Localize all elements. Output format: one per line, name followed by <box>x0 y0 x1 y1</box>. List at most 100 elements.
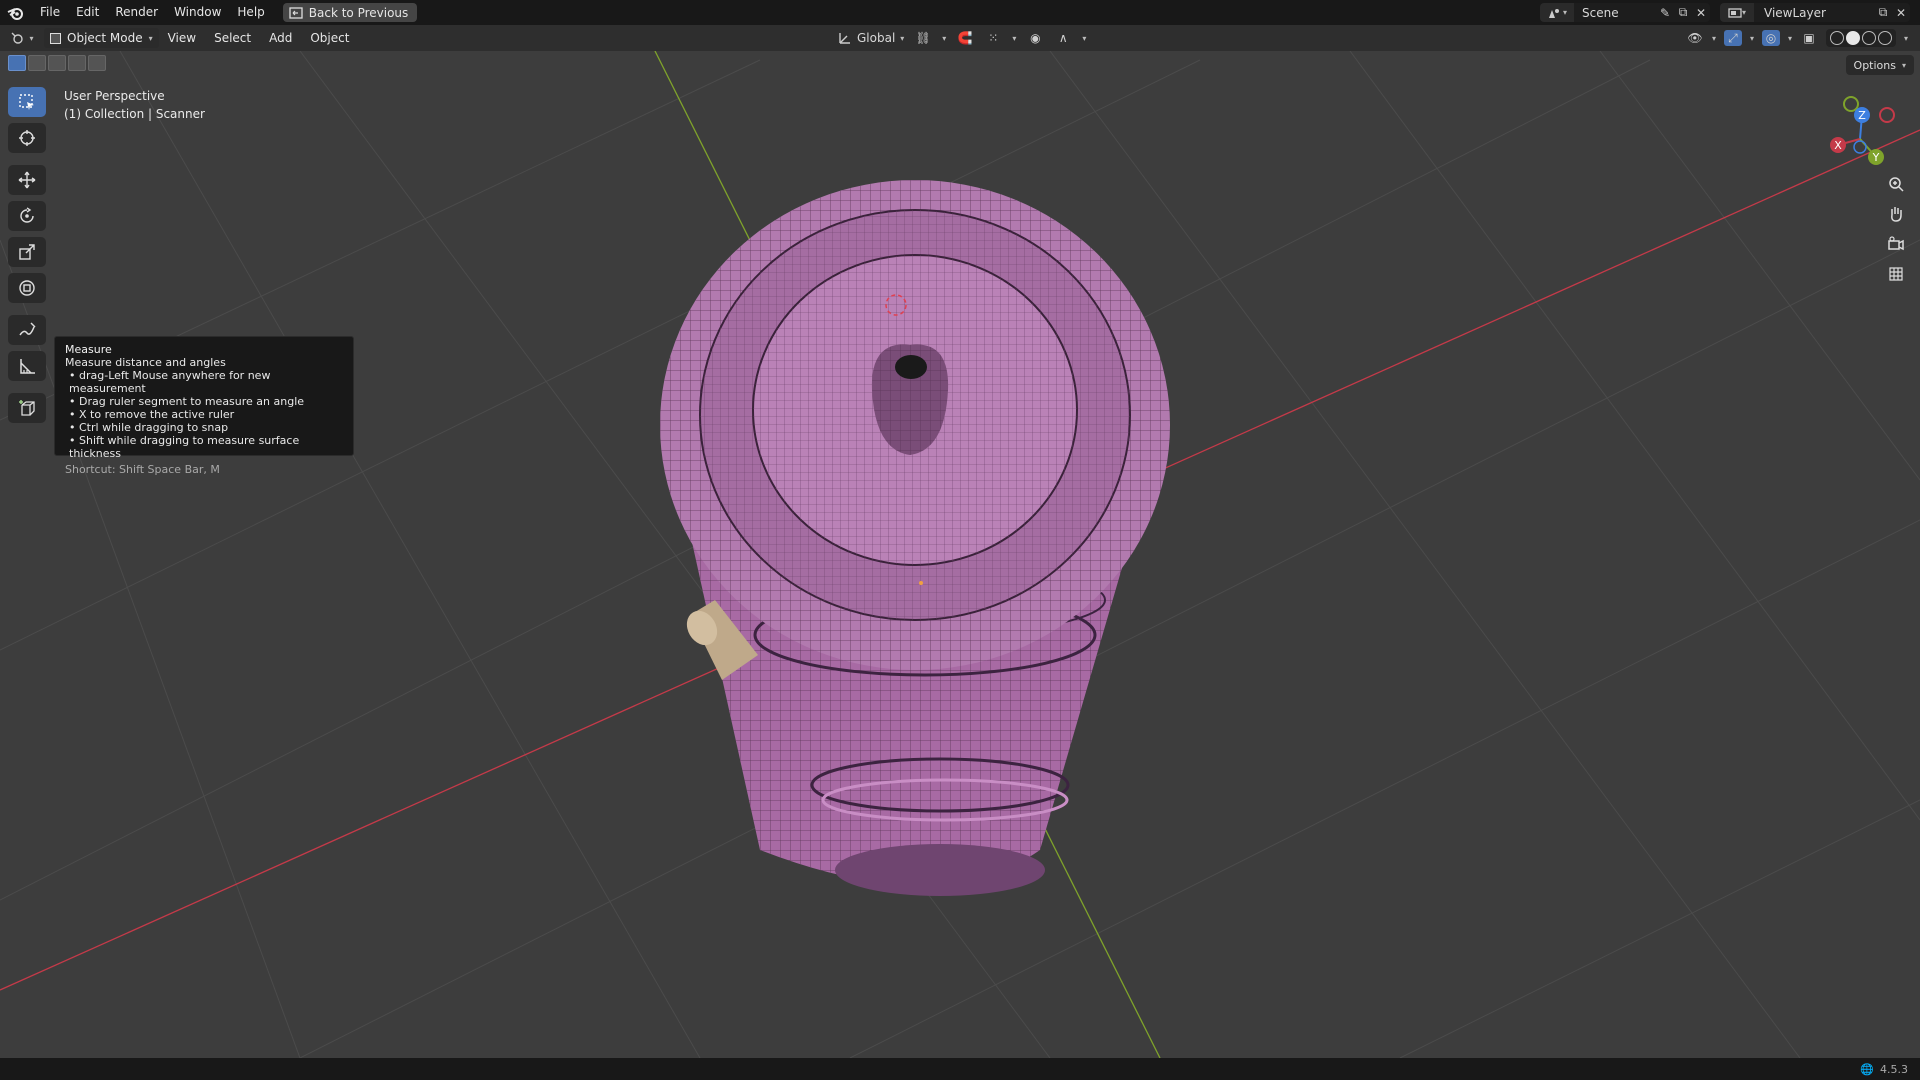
back-button-label: Back to Previous <box>308 5 409 20</box>
selection-mode-buttons <box>8 55 106 71</box>
tool-shelf <box>8 87 48 423</box>
cursor-tool[interactable] <box>8 123 46 153</box>
pivot-point-icon[interactable]: ⛓ <box>914 30 932 46</box>
editor-type-button[interactable]: ▾ <box>0 27 44 49</box>
screen-back-icon <box>289 6 303 19</box>
transform-orientation-dropdown[interactable]: Global ▾ <box>838 31 904 45</box>
visibility-icon[interactable]: 👁 <box>1686 30 1704 46</box>
shading-modes <box>1825 29 1896 47</box>
select-extend-icon[interactable] <box>28 55 46 71</box>
menu-help[interactable]: Help <box>229 0 272 25</box>
delete-view-layer-icon[interactable]: ✕ <box>1892 5 1910 21</box>
tooltip-item: • Drag ruler segment to measure an angle <box>69 395 305 408</box>
blender-logo-icon[interactable] <box>0 0 32 25</box>
navigation-gizmo[interactable]: Z X Y <box>1812 89 1902 169</box>
view-name: User Perspective <box>64 89 165 103</box>
wireframe-shading-icon[interactable] <box>1829 31 1844 45</box>
svg-text:Z: Z <box>1858 109 1866 122</box>
tooltip-item: • Ctrl while dragging to snap <box>69 421 229 434</box>
menu-file[interactable]: File <box>32 0 68 25</box>
gizmo-neg-x <box>1879 107 1895 123</box>
scene-name[interactable]: Scene <box>1574 6 1656 20</box>
proportional-edit-icon[interactable]: ◉ <box>1026 30 1044 46</box>
new-scene-icon[interactable]: ⧉ <box>1674 5 1692 21</box>
options-label: Options <box>1853 58 1896 72</box>
orientation-label: Global <box>857 31 896 45</box>
add-cube-icon <box>19 400 35 416</box>
navigation-buttons <box>1882 172 1910 286</box>
version-label: 4.5.3 <box>1880 1062 1908 1076</box>
measure-tooltip: Measure Measure distance and angles • dr… <box>54 336 354 476</box>
pan-hand-icon[interactable] <box>1882 202 1910 226</box>
measure-tool[interactable] <box>8 351 46 381</box>
select-intersect-icon[interactable] <box>88 55 106 71</box>
menu-render[interactable]: Render <box>107 0 166 25</box>
gizmo-neg-y <box>1843 96 1859 112</box>
delete-scene-icon[interactable]: ✕ <box>1692 5 1710 21</box>
select-new-icon[interactable] <box>8 55 26 71</box>
view-layer-selector[interactable]: ▾ ViewLayer ⧉ ✕ <box>1720 3 1910 22</box>
transform-icon <box>19 280 35 296</box>
tooltip-title: Measure <box>65 343 112 356</box>
viewport-scene[interactable] <box>0 51 1920 1058</box>
options-dropdown[interactable]: Options ▾ <box>1845 55 1914 75</box>
svg-text:Y: Y <box>1872 151 1880 164</box>
falloff-icon[interactable]: ∧ <box>1054 30 1072 46</box>
move-tool[interactable] <box>8 165 46 195</box>
tooltip-item: • X to remove the active ruler <box>69 408 235 421</box>
tooltip-item: • Shift while dragging to measure surfac… <box>69 434 300 460</box>
select-box-tool[interactable] <box>8 87 46 117</box>
status-bar: 🌐 4.5.3 <box>0 1058 1920 1080</box>
tooltip-description: Measure distance and angles <box>65 356 226 369</box>
menu-object[interactable]: Object <box>301 31 358 45</box>
menu-view[interactable]: View <box>159 31 205 45</box>
scale-tool[interactable] <box>8 237 46 267</box>
back-to-previous-button[interactable]: Back to Previous <box>282 3 418 22</box>
xray-toggle-icon[interactable]: ▣ <box>1800 30 1818 46</box>
top-bar: File Edit Render Window Help Back to Pre… <box>0 0 1920 25</box>
tooltip-shortcut: Shortcut: Shift Space Bar, M <box>65 463 220 476</box>
select-box-icon <box>19 94 34 110</box>
annotate-icon <box>19 322 36 336</box>
menu-select[interactable]: Select <box>205 31 260 45</box>
gizmo-toggle-icon[interactable]: ⤢ <box>1723 30 1742 46</box>
overlays-toggle-icon[interactable]: ◎ <box>1761 30 1780 46</box>
mode-label: Object Mode <box>67 31 143 45</box>
gizmo-neg-z <box>1853 140 1867 154</box>
orthographic-toggle-icon[interactable] <box>1882 262 1910 286</box>
mode-dropdown[interactable]: Object Mode ▾ <box>44 28 159 48</box>
svg-text:X: X <box>1834 139 1842 152</box>
new-view-layer-icon[interactable]: ⧉ <box>1874 5 1892 21</box>
solid-shading-icon[interactable] <box>1845 31 1860 45</box>
move-icon <box>18 171 36 189</box>
material-shading-icon[interactable] <box>1861 31 1876 45</box>
transform-tool[interactable] <box>8 273 46 303</box>
viewport-header: ▾ Object Mode ▾ View Select Add Object G… <box>0 25 1920 51</box>
menu-window[interactable]: Window <box>166 0 229 25</box>
rendered-shading-icon[interactable] <box>1877 31 1892 45</box>
3d-viewport[interactable]: Options ▾ User Perspective (1) Collectio… <box>0 51 1920 1058</box>
cursor-icon <box>19 130 35 146</box>
zoom-icon[interactable] <box>1882 172 1910 196</box>
snap-target-icon[interactable]: ⁙ <box>984 30 1002 46</box>
pin-icon[interactable]: ✎ <box>1656 5 1674 21</box>
menu-edit[interactable]: Edit <box>68 0 107 25</box>
3d-viewport-icon <box>11 32 24 44</box>
select-subtract-icon[interactable] <box>48 55 66 71</box>
rotate-tool[interactable] <box>8 201 46 231</box>
object-mode-icon <box>50 32 61 44</box>
scene-selector[interactable]: ▾ Scene ✎ ⧉ ✕ <box>1540 3 1710 22</box>
snap-toggle-icon[interactable]: 🧲 <box>956 30 974 46</box>
view-layer-name[interactable]: ViewLayer <box>1754 6 1874 20</box>
annotate-tool[interactable] <box>8 315 46 345</box>
collection-info: (1) Collection | Scanner <box>64 107 205 121</box>
viewport-info: User Perspective (1) Collection | Scanne… <box>64 87 205 123</box>
add-cube-tool[interactable] <box>8 393 46 423</box>
select-invert-icon[interactable] <box>68 55 86 71</box>
tooltip-item: • drag-Left Mouse anywhere for new measu… <box>69 369 271 395</box>
scene-icon[interactable]: ▾ <box>1540 3 1574 22</box>
view-layer-icon[interactable]: ▾ <box>1720 3 1754 22</box>
rotate-icon <box>20 207 34 223</box>
menu-add[interactable]: Add <box>260 31 301 45</box>
camera-view-icon[interactable] <box>1882 232 1910 256</box>
